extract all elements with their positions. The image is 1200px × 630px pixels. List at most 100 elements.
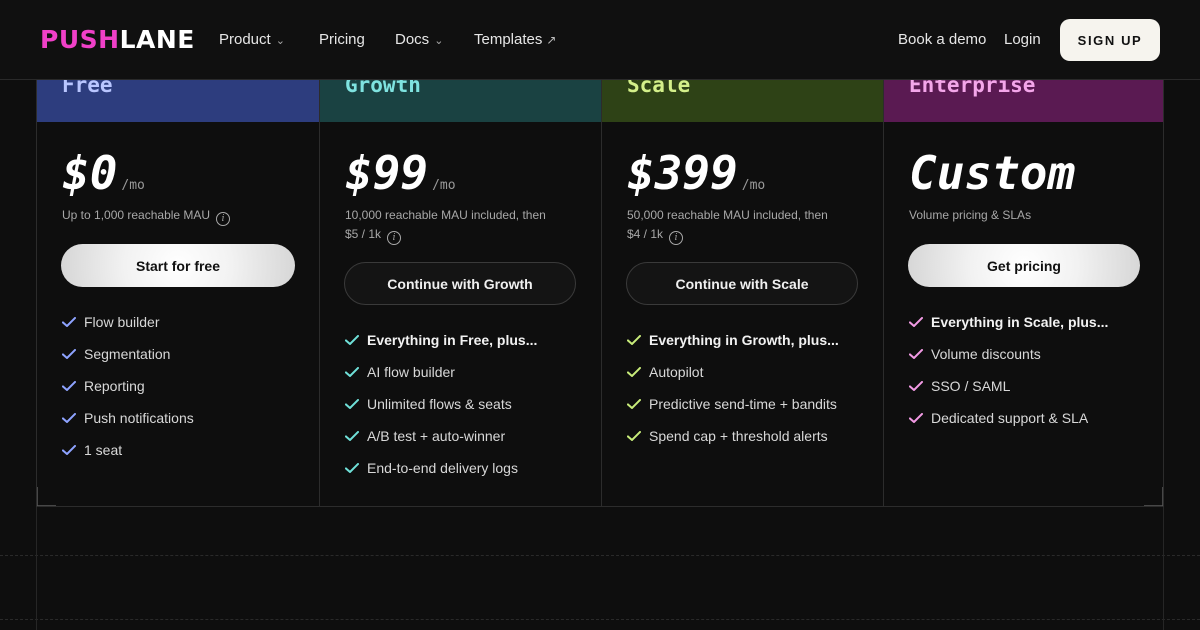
feature-item: Unlimited flows & seats (345, 388, 537, 420)
feature-item: Predictive send-time + bandits (627, 388, 839, 420)
feature-item: Volume discounts (909, 338, 1108, 370)
check-icon (62, 317, 76, 327)
feature-item: Everything in Growth, plus... (627, 324, 839, 356)
plan-description-text: 50,000 reachable MAU included, then (627, 208, 828, 222)
plan-description-text: Volume pricing & SLAs (909, 208, 1032, 222)
feature-list: Everything in Scale, plus... Volume disco… (909, 306, 1108, 434)
continue-with-scale-button[interactable]: Continue with Scale (626, 262, 858, 305)
plan-description: 50,000 reachable MAU included, then $4 /… (627, 206, 867, 245)
check-icon (345, 431, 359, 441)
chevron-down-icon: ⌄ (275, 35, 285, 47)
nav-docs[interactable]: Docs ⌄ (395, 30, 443, 51)
plan-price: $99/mo (345, 145, 456, 214)
logo-part-lane: LANE (119, 25, 195, 54)
check-icon (345, 335, 359, 345)
external-link-icon: ↗ (546, 33, 557, 47)
feature-list: Everything in Free, plus... AI flow build… (345, 324, 537, 484)
check-icon (627, 431, 641, 441)
nav-pricing-label: Pricing (319, 31, 365, 48)
feature-item: Segmentation (62, 338, 194, 370)
continue-with-growth-button[interactable]: Continue with Growth (344, 262, 576, 305)
feature-item: Flow builder (62, 306, 194, 338)
check-icon (627, 399, 641, 409)
check-icon (62, 413, 76, 423)
feature-item: Everything in Scale, plus... (909, 306, 1108, 338)
feature-item: Reporting (62, 370, 194, 402)
feature-label: AI flow builder (367, 364, 455, 380)
chevron-down-icon: ⌄ (434, 35, 444, 47)
guide-line-left (36, 507, 37, 630)
check-icon (62, 349, 76, 359)
plan-card-enterprise: Enterprise Custom Volume pricing & SLAs … (884, 50, 1163, 507)
feature-label: 1 seat (84, 442, 123, 458)
feature-label: SSO / SAML (931, 378, 1011, 394)
check-icon (909, 381, 923, 391)
price-amount: $0 (62, 146, 118, 200)
feature-item: End-to-end delivery logs (345, 452, 537, 484)
plan-description-rate: $4 / 1k (627, 227, 664, 241)
check-icon (909, 349, 923, 359)
check-icon (627, 367, 641, 377)
check-icon (62, 445, 76, 455)
price-amount: $99 (345, 146, 429, 200)
guide-line-right (1163, 507, 1164, 630)
plan-card-growth: Growth $99/mo 10,000 reachable MAU inclu… (320, 50, 602, 507)
feature-item: Spend cap + threshold alerts (627, 420, 839, 452)
check-icon (909, 413, 923, 423)
feature-label: Autopilot (649, 364, 704, 380)
top-navbar: PUSHLANE Product ⌄ Pricing Docs ⌄ Template… (0, 0, 1200, 80)
feature-label: Volume discounts (931, 346, 1041, 362)
price-amount: Custom (909, 146, 1076, 200)
plan-description-text: Up to 1,000 reachable MAU (62, 208, 211, 222)
plan-card-scale: Scale $399/mo 50,000 reachable MAU inclu… (602, 50, 884, 507)
nav-pricing[interactable]: Pricing (319, 30, 365, 50)
feature-item: AI flow builder (345, 356, 537, 388)
check-icon (627, 335, 641, 345)
feature-label: Everything in Free, plus... (367, 332, 538, 348)
feature-list: Flow builder Segmentation Reporting Push no… (62, 306, 194, 466)
login-link[interactable]: Login (1004, 30, 1041, 50)
check-icon (345, 399, 359, 409)
feature-label: Dedicated support & SLA (931, 410, 1089, 426)
price-amount: $399 (627, 146, 738, 200)
feature-label: A/B test + auto-winner (367, 428, 506, 444)
feature-list: Everything in Growth, plus... Autopilot Pr… (627, 324, 839, 452)
feature-label: Push notifications (84, 410, 194, 426)
plan-description-rate: $5 / 1k (345, 227, 382, 241)
check-icon (62, 381, 76, 391)
check-icon (909, 317, 923, 327)
feature-item: Everything in Free, plus... (345, 324, 537, 356)
nav-product[interactable]: Product ⌄ (219, 30, 285, 51)
plan-price: $399/mo (627, 145, 765, 214)
feature-label: Unlimited flows & seats (367, 396, 512, 412)
feature-item: Autopilot (627, 356, 839, 388)
nav-docs-label: Docs (395, 31, 430, 48)
feature-item: Dedicated support & SLA (909, 402, 1108, 434)
pushlane-logo[interactable]: PUSHLANE (40, 26, 195, 54)
feature-label: End-to-end delivery logs (367, 460, 518, 476)
check-icon (345, 463, 359, 473)
price-period: /mo (432, 178, 456, 193)
info-icon[interactable]: i (216, 212, 231, 226)
feature-label: Segmentation (84, 346, 171, 362)
dashed-guide-line (0, 619, 1200, 620)
signup-button[interactable]: SIGN UP (1060, 19, 1160, 61)
nav-product-label: Product (219, 31, 271, 48)
nav-templates[interactable]: Templates ↗ (474, 30, 556, 50)
feature-label: Spend cap + threshold alerts (649, 428, 828, 444)
price-period: /mo (121, 178, 145, 193)
start-for-free-button[interactable]: Start for free (61, 244, 295, 287)
info-icon[interactable]: i (669, 231, 684, 245)
check-icon (345, 367, 359, 377)
info-icon[interactable]: i (387, 231, 402, 245)
feature-item: 1 seat (62, 434, 194, 466)
price-period: /mo (741, 178, 766, 193)
feature-item: SSO / SAML (909, 370, 1108, 402)
feature-label: Reporting (84, 378, 145, 394)
feature-label: Everything in Growth, plus... (649, 332, 839, 348)
plan-description: Volume pricing & SLAs (909, 206, 1149, 225)
plan-card-free: Free $0/mo Up to 1,000 reachable MAU i St… (37, 50, 320, 507)
book-demo-link[interactable]: Book a demo (898, 30, 986, 50)
get-pricing-button[interactable]: Get pricing (908, 244, 1140, 287)
logo-part-push: PUSH (40, 25, 120, 54)
